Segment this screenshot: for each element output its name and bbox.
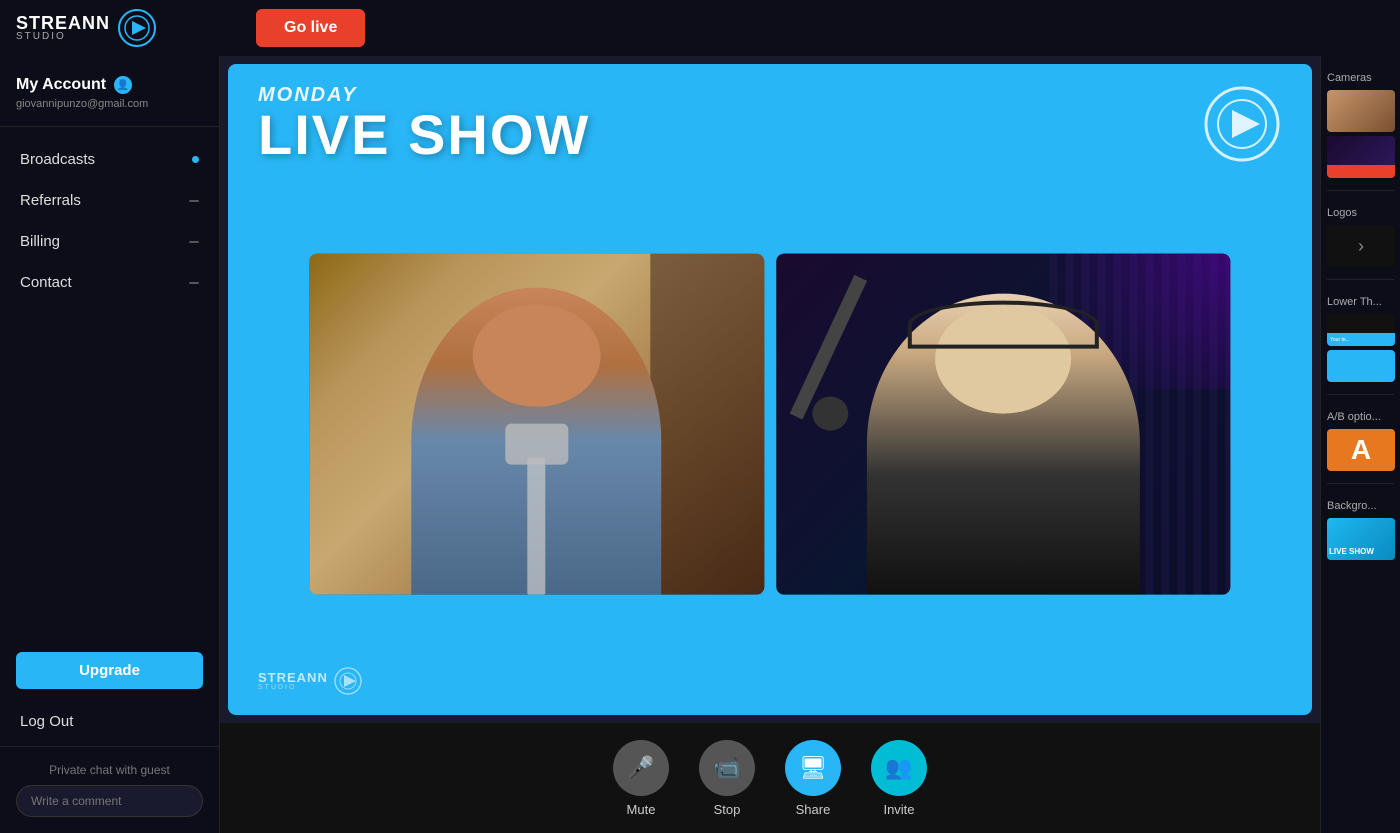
invite-control[interactable]: 👥 Invite [871, 740, 927, 817]
video-grid [309, 253, 1230, 594]
divider-4 [1327, 483, 1394, 484]
lower-thirds-label: Lower Th... [1327, 296, 1394, 308]
dash-icon [189, 200, 199, 202]
main-layout: My Account 👤 giovannipunzo@gmail.com Bro… [0, 56, 1400, 833]
logo-icon [118, 9, 156, 47]
go-live-button[interactable]: Go live [256, 9, 365, 47]
comment-input[interactable] [16, 785, 203, 817]
sidebar-item-broadcasts[interactable]: Broadcasts [0, 139, 219, 180]
lower-third-thumb-1[interactable]: Your te... [1327, 314, 1395, 346]
lt-bar: Your te... [1327, 333, 1395, 346]
invite-circle: 👥 [871, 740, 927, 796]
logos-label: Logos [1327, 207, 1394, 219]
bg-thumb-text: LIVE SHOW [1329, 548, 1374, 556]
user-icon: 👤 [114, 76, 132, 94]
stage-title: LIVE SHOW [258, 107, 590, 163]
logo-area: STREANN STUDIO [16, 9, 236, 47]
camera-thumb-2[interactable] [1327, 136, 1395, 178]
lower-third-thumb-2[interactable] [1327, 350, 1395, 382]
mic-icon: 🎤 [627, 755, 654, 781]
sidebar-item-label: Referrals [20, 192, 81, 209]
mute-circle: 🎤 [613, 740, 669, 796]
ab-letter: A [1351, 434, 1371, 466]
account-text: My Account [16, 76, 106, 94]
stop-control[interactable]: 📹 Stop [699, 740, 755, 817]
divider-3 [1327, 394, 1394, 395]
background-thumb[interactable]: LIVE SHOW [1327, 518, 1395, 560]
sidebar: My Account 👤 giovannipunzo@gmail.com Bro… [0, 56, 220, 833]
controls-bar: 🎤 Mute 📹 Stop 🖥 Share 👥 Invit [220, 723, 1320, 833]
logout-button[interactable]: Log Out [20, 713, 199, 730]
video-feed-right [776, 253, 1231, 594]
sidebar-item-billing[interactable]: Billing [0, 221, 219, 262]
share-circle: 🖥 [785, 740, 841, 796]
video-icon: 📹 [713, 755, 740, 781]
dash-icon [189, 241, 199, 243]
brand-sub: STUDIO [16, 32, 110, 42]
private-chat-section: Private chat with guest [0, 746, 219, 833]
stage-header: MONDAY LIVE SHOW [258, 84, 590, 163]
people-icon: 👥 [885, 755, 912, 781]
bottom-brand: STREANN [258, 671, 328, 684]
stop-label: Stop [714, 802, 741, 817]
share-label: Share [796, 802, 831, 817]
backgrounds-label: Backgro... [1327, 500, 1394, 512]
logos-thumb[interactable]: › [1327, 225, 1395, 267]
topbar: STREANN STUDIO Go live [0, 0, 1400, 56]
ab-thumb[interactable]: A [1327, 429, 1395, 471]
camera-preview-2 [1327, 136, 1395, 178]
stop-circle: 📹 [699, 740, 755, 796]
dash-icon [189, 282, 199, 284]
sidebar-item-label: Broadcasts [20, 151, 95, 168]
center-content: MONDAY LIVE SHOW [220, 56, 1320, 833]
red-bar [1327, 165, 1395, 178]
right-panel: Cameras Logos › Lower Th... Your te... A… [1320, 56, 1400, 833]
camera-preview-1 [1327, 90, 1395, 132]
ab-label: A/B optio... [1327, 411, 1394, 423]
nav-menu: Broadcasts Referrals Billing Contact [0, 127, 219, 640]
brand-name: STREANN [16, 14, 110, 32]
cameras-label: Cameras [1327, 72, 1394, 84]
upgrade-button[interactable]: Upgrade [16, 652, 203, 689]
bottom-brand-sub: STUDIO [258, 684, 328, 691]
account-section: My Account 👤 giovannipunzo@gmail.com [0, 56, 219, 127]
divider-2 [1327, 279, 1394, 280]
active-dot-icon [192, 156, 199, 163]
upgrade-section: Upgrade [0, 640, 219, 701]
video-stage: MONDAY LIVE SHOW [228, 64, 1312, 715]
video-feed-left [309, 253, 764, 594]
video-feed-left-inner [309, 253, 764, 594]
sidebar-item-contact[interactable]: Contact [0, 262, 219, 303]
mute-control[interactable]: 🎤 Mute [613, 740, 669, 817]
stage-logo [1202, 84, 1282, 169]
chevron-right-icon: › [1358, 236, 1364, 257]
mute-label: Mute [627, 802, 656, 817]
sidebar-item-label: Contact [20, 274, 72, 291]
stage-day: MONDAY [258, 84, 590, 107]
camera-thumb-1[interactable] [1327, 90, 1395, 132]
sidebar-item-referrals[interactable]: Referrals [0, 180, 219, 221]
logo-text: STREANN STUDIO [16, 14, 110, 42]
logout-section: Log Out [0, 701, 219, 746]
divider-1 [1327, 190, 1394, 191]
bottom-logo: STREANN STUDIO [258, 667, 362, 695]
invite-label: Invite [883, 802, 914, 817]
sidebar-item-label: Billing [20, 233, 60, 250]
share-control[interactable]: 🖥 Share [785, 740, 841, 817]
lt-bar-text: Your te... [1330, 337, 1350, 343]
private-chat-label: Private chat with guest [16, 763, 203, 777]
account-email: giovannipunzo@gmail.com [16, 98, 203, 110]
account-label: My Account 👤 [16, 76, 203, 94]
screen-icon: 🖥 [799, 755, 827, 781]
video-feed-right-inner [776, 253, 1231, 594]
